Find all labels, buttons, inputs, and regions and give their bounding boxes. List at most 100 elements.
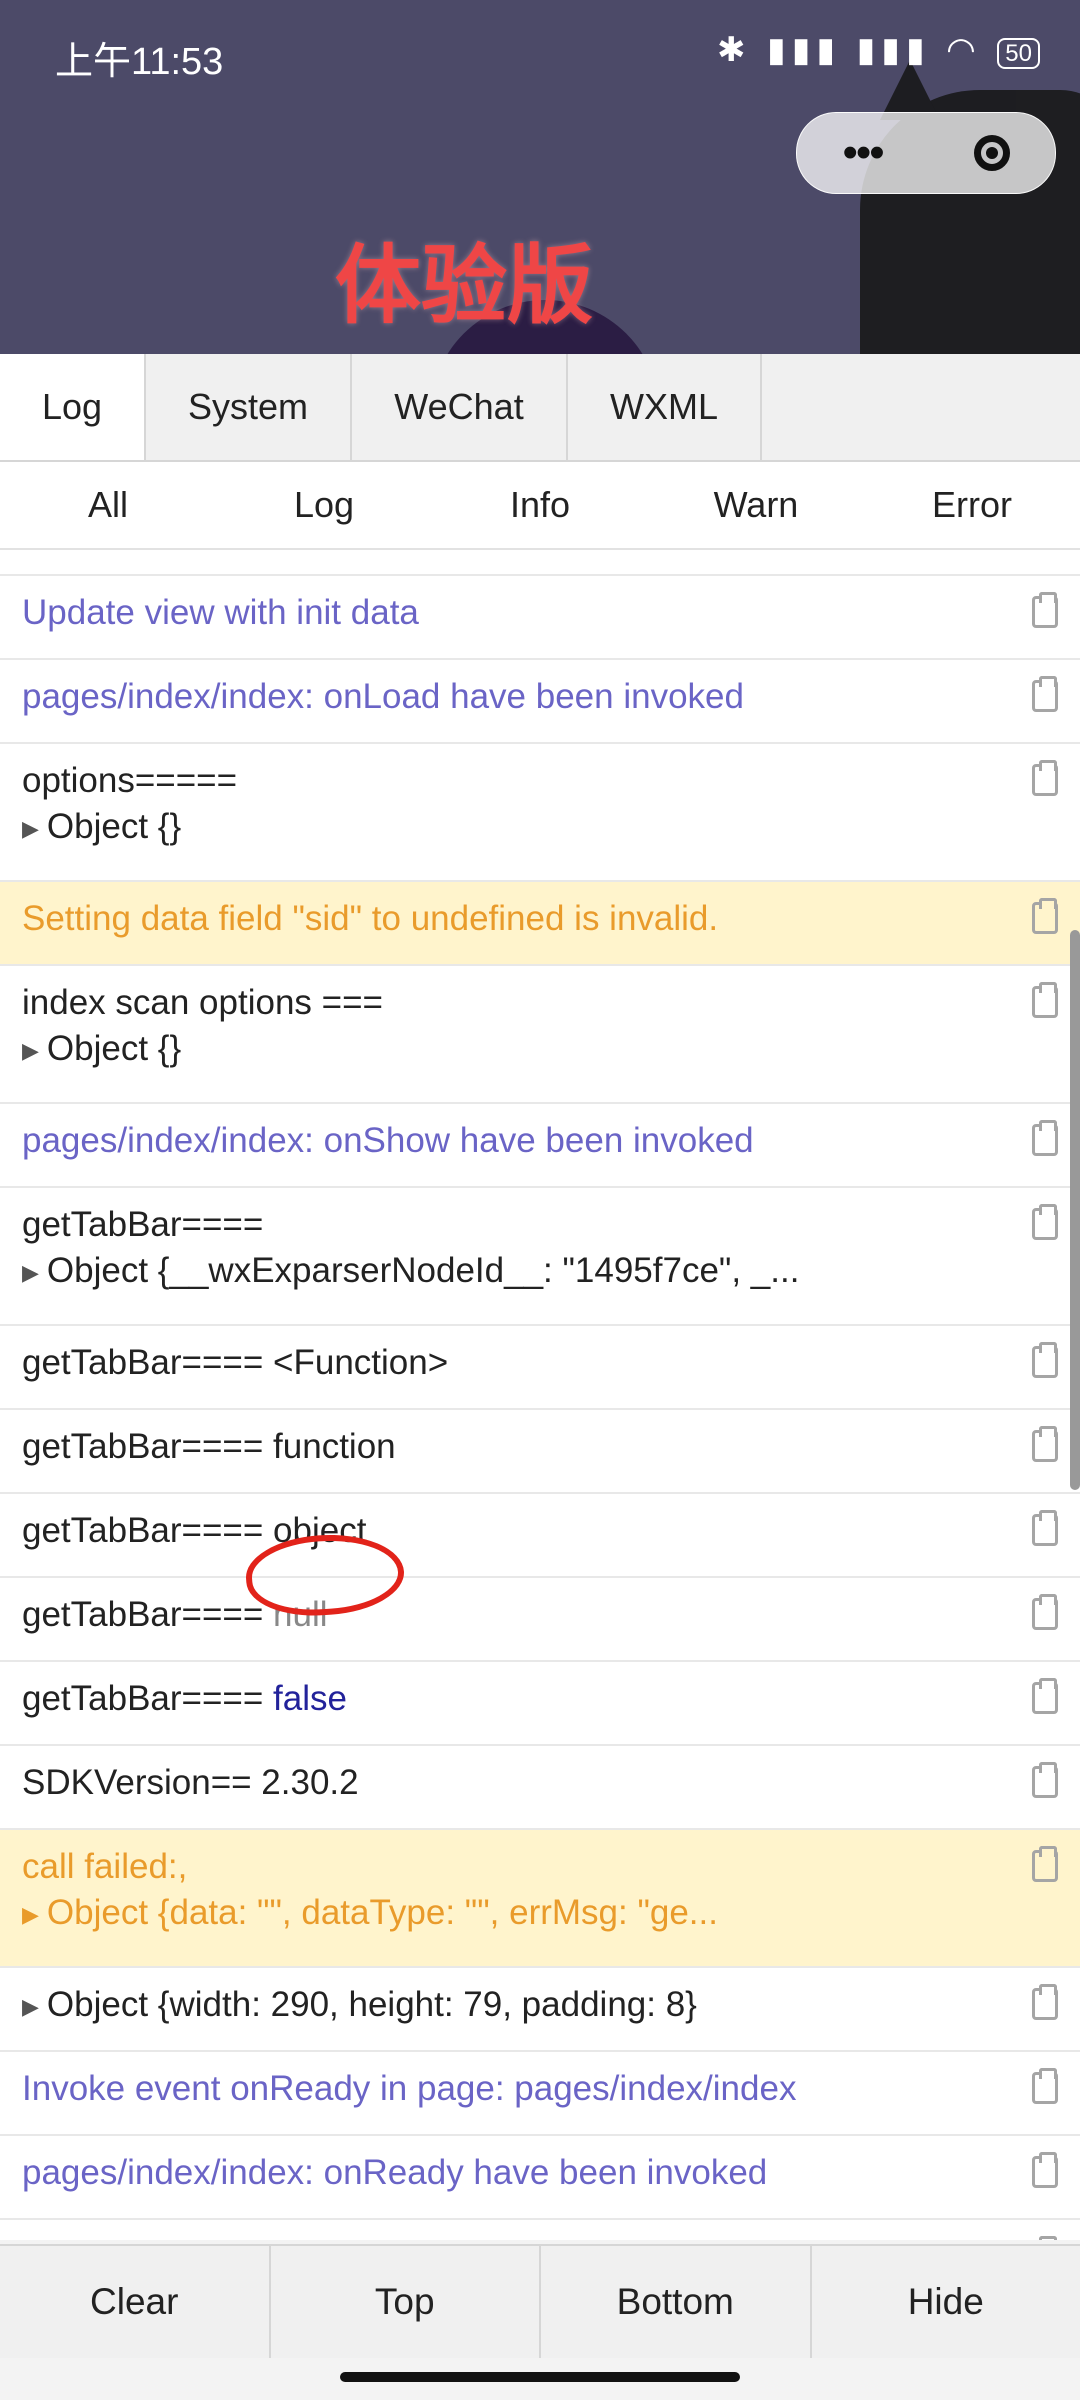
log-text: pages/index/index: onReady have been inv… bbox=[22, 2150, 970, 2196]
object-preview: Object {} bbox=[46, 807, 182, 846]
home-indicator bbox=[340, 2372, 740, 2382]
app-header: 上午11:53 ✱ ▮▮▮ ▮▮▮ ◠ 50 ••• 体验版 bbox=[0, 0, 1080, 354]
log-message: Setting data field "sid" to undefined is… bbox=[22, 899, 719, 938]
top-button[interactable]: Top bbox=[271, 2246, 541, 2358]
clipboard-icon[interactable] bbox=[1032, 982, 1058, 1018]
log-message: pages/index/index: onLoad have been invo… bbox=[22, 677, 744, 716]
scrollbar[interactable] bbox=[1070, 930, 1080, 1490]
caret-right-icon[interactable]: ▶ bbox=[22, 1902, 39, 1927]
clipboard-icon[interactable] bbox=[1032, 1510, 1058, 1546]
caret-right-icon[interactable]: ▶ bbox=[22, 1038, 39, 1063]
filter-info[interactable]: Info bbox=[432, 462, 648, 548]
log-entry: Setting data field "sid" to undefined is… bbox=[0, 882, 1080, 966]
log-entry: Invoke event onReady in page: pages/inde… bbox=[0, 2052, 1080, 2136]
clipboard-icon[interactable] bbox=[1032, 1204, 1058, 1240]
log-entry: getTabBar==== ▶ Object {__wxExparserNodeId… bbox=[0, 1188, 1080, 1326]
clipboard-icon[interactable] bbox=[1032, 1342, 1058, 1378]
object-expander[interactable]: ▶ Object {data: "", dataType: "", errMsg:… bbox=[22, 1890, 970, 1938]
clipboard-icon[interactable] bbox=[1032, 760, 1058, 796]
log-entry: getTabBar==== object bbox=[0, 1494, 1080, 1578]
log-message: pages/index/index: onReady have been inv… bbox=[22, 2153, 768, 2192]
tab-wxml[interactable]: WXML bbox=[568, 354, 762, 460]
log-message: Invoke event onReady in page: pages/inde… bbox=[22, 2069, 797, 2108]
log-entry: getTabBar==== function bbox=[0, 1410, 1080, 1494]
log-entry: pages/index/index: onReady have been inv… bbox=[0, 2136, 1080, 2220]
close-icon[interactable] bbox=[973, 135, 1010, 171]
clipboard-icon[interactable] bbox=[1032, 592, 1058, 628]
clipboard-icon[interactable] bbox=[1032, 1594, 1058, 1630]
log-text: call failed:, bbox=[22, 1844, 970, 1890]
clipboard-icon[interactable] bbox=[1032, 1120, 1058, 1156]
log-text: getTabBar==== object bbox=[22, 1508, 970, 1554]
status-icons: ✱ ▮▮▮ ▮▮▮ ◠ 50 bbox=[717, 30, 1040, 70]
log-value: false bbox=[273, 1679, 347, 1718]
filter-warn[interactable]: Warn bbox=[648, 462, 864, 548]
object-preview: Object {width: 290, height: 79, padding:… bbox=[46, 1985, 697, 2024]
log-text: options===== bbox=[22, 758, 970, 804]
tab-wechat[interactable]: WeChat bbox=[352, 354, 568, 460]
filter-error[interactable]: Error bbox=[864, 462, 1080, 548]
object-expander[interactable]: ▶ Object {__wxExparserNodeId__: "1495f7ce… bbox=[22, 1248, 970, 1296]
log-message: SDKVersion== 2.30.2 bbox=[22, 1763, 359, 1802]
log-message: pages/index/index: onShow have been invo… bbox=[22, 1121, 754, 1160]
log-entry: call failed:, ▶ Object {data: "", dataType… bbox=[0, 1830, 1080, 1968]
bluetooth-icon: ✱ bbox=[717, 31, 752, 69]
clipboard-icon[interactable] bbox=[1032, 676, 1058, 712]
battery-icon: 50 bbox=[997, 38, 1040, 69]
log-message: pages/index/index: onRouteDone have been… bbox=[22, 2237, 843, 2240]
log-text: pages/index/index: onShow have been invo… bbox=[22, 1118, 970, 1164]
log-list[interactable]: Update view with init data pages/index/in… bbox=[0, 550, 1080, 2240]
log-message: getTabBar==== bbox=[22, 1595, 274, 1634]
object-preview: Object {data: "", dataType: "", errMsg: … bbox=[46, 1893, 718, 1932]
log-message: getTabBar==== bbox=[22, 1205, 264, 1244]
filter-all[interactable]: All bbox=[0, 462, 216, 548]
clipboard-icon[interactable] bbox=[1032, 2068, 1058, 2104]
log-entry: index scan options === ▶ Object {} bbox=[0, 966, 1080, 1104]
vconsole-toolbar: Clear Top Bottom Hide bbox=[0, 2244, 1080, 2358]
log-entry: ▶ Object {width: 290, height: 79, padding… bbox=[0, 1968, 1080, 2052]
log-entry: Update view with init data bbox=[0, 576, 1080, 660]
log-message: getTabBar==== bbox=[22, 1679, 274, 1718]
clear-button[interactable]: Clear bbox=[0, 2246, 271, 2358]
log-entry: getTabBar==== null bbox=[0, 1578, 1080, 1662]
log-filter-bar: All Log Info Warn Error bbox=[0, 462, 1080, 550]
more-icon[interactable]: ••• bbox=[842, 128, 884, 178]
clipboard-icon[interactable] bbox=[1032, 898, 1058, 934]
caret-right-icon[interactable]: ▶ bbox=[22, 816, 39, 841]
signal-icon: ▮▮▮ bbox=[856, 31, 931, 69]
object-expander[interactable]: ▶ Object {} bbox=[22, 1026, 970, 1074]
object-expander[interactable]: ▶ Object {} bbox=[22, 804, 970, 852]
clipboard-icon[interactable] bbox=[1032, 1846, 1058, 1882]
log-text: getTabBar==== null bbox=[22, 1592, 970, 1638]
log-entry: pages/index/index: onRouteDone have been… bbox=[0, 2220, 1080, 2240]
list-item bbox=[0, 550, 1080, 576]
hide-button[interactable]: Hide bbox=[812, 2246, 1080, 2358]
log-entry: SDKVersion== 2.30.2 bbox=[0, 1746, 1080, 1830]
log-message: options===== bbox=[22, 761, 238, 800]
log-text: pages/index/index: onLoad have been invo… bbox=[22, 674, 970, 720]
clipboard-icon[interactable] bbox=[1032, 1426, 1058, 1462]
filter-log[interactable]: Log bbox=[216, 462, 432, 548]
log-entry: pages/index/index: onLoad have been invo… bbox=[0, 660, 1080, 744]
object-preview: Object {} bbox=[46, 1029, 182, 1068]
log-entry: pages/index/index: onShow have been invo… bbox=[0, 1104, 1080, 1188]
clipboard-icon[interactable] bbox=[1032, 1762, 1058, 1798]
log-entry: options===== ▶ Object {} bbox=[0, 744, 1080, 882]
signal-icon: ▮▮▮ bbox=[766, 31, 842, 69]
caret-right-icon[interactable]: ▶ bbox=[22, 1994, 39, 2019]
clipboard-icon[interactable] bbox=[1032, 2152, 1058, 2188]
clipboard-icon[interactable] bbox=[1032, 1678, 1058, 1714]
bottom-button[interactable]: Bottom bbox=[541, 2246, 812, 2358]
log-text: getTabBar==== false bbox=[22, 1676, 970, 1722]
tab-system[interactable]: System bbox=[146, 354, 352, 460]
log-entry: getTabBar==== false bbox=[0, 1662, 1080, 1746]
log-text: getTabBar==== function bbox=[22, 1424, 970, 1470]
tab-log[interactable]: Log bbox=[0, 354, 146, 460]
clipboard-icon[interactable] bbox=[1032, 1984, 1058, 2020]
caret-right-icon[interactable]: ▶ bbox=[22, 1260, 39, 1285]
log-text: SDKVersion== 2.30.2 bbox=[22, 1760, 970, 1806]
log-text: getTabBar==== bbox=[22, 1202, 970, 1248]
log-message: getTabBar==== function bbox=[22, 1427, 396, 1466]
log-text: index scan options === bbox=[22, 980, 970, 1026]
object-expander[interactable]: ▶ Object {width: 290, height: 79, padding… bbox=[22, 1982, 970, 2030]
